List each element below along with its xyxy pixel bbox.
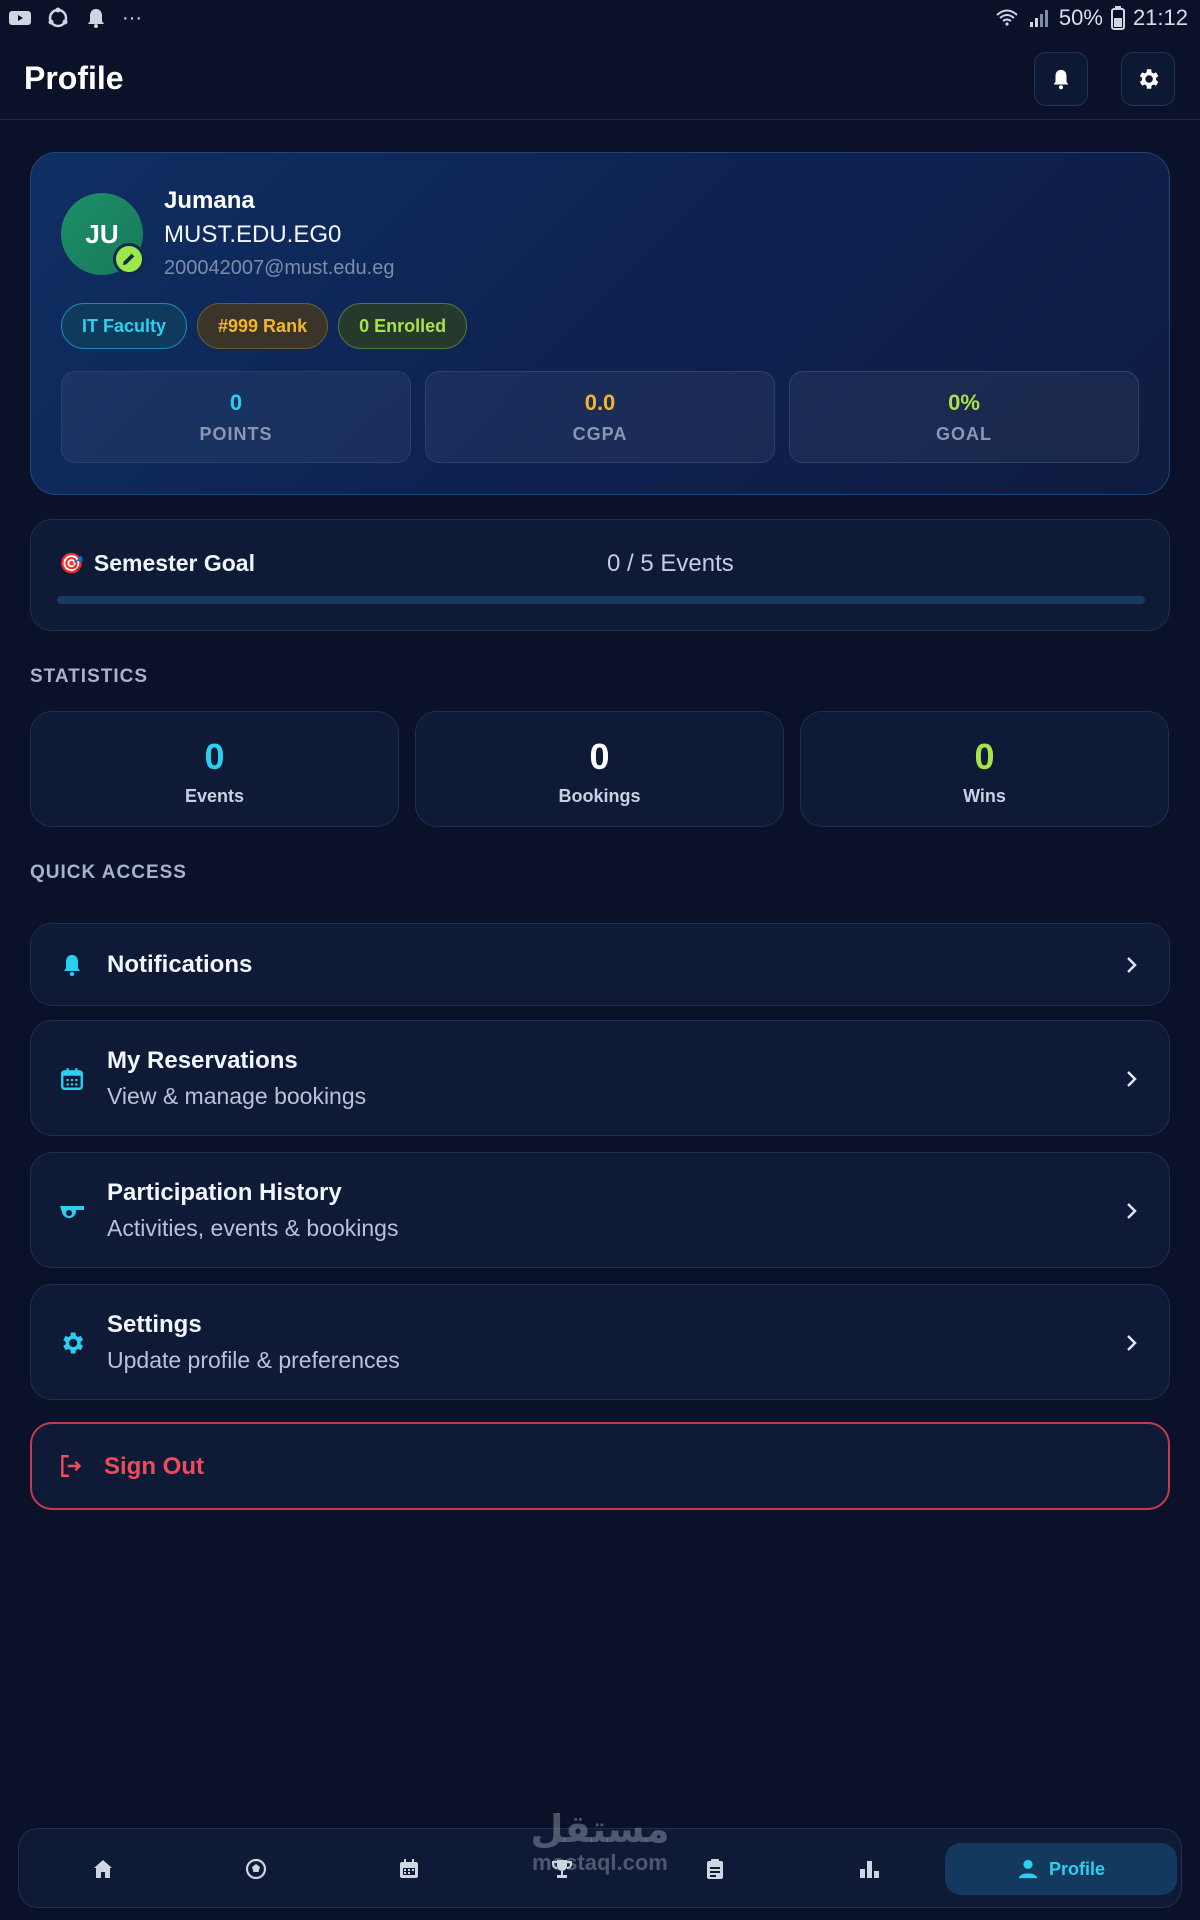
nav-sports[interactable]: [236, 1849, 276, 1889]
logout-icon: [61, 1455, 82, 1477]
faculty-chip: IT Faculty: [61, 303, 188, 349]
avatar-initials: JU: [85, 218, 119, 249]
youtube-icon: [9, 11, 31, 25]
clipboard-icon: [707, 1859, 723, 1879]
notifications-title: Notifications: [107, 951, 253, 978]
wins-stat-card: 0 Wins: [800, 711, 1169, 827]
wifi-icon: [996, 9, 1018, 26]
semester-goal-title: 🎯 Semester Goal: [59, 550, 255, 577]
profile-domain: MUST.EDU.EG0: [164, 221, 342, 248]
cgpa-stat: 0.0 CGPA: [425, 371, 775, 463]
football-icon: [245, 1858, 267, 1880]
profile-email: 200042007@must.edu.eg: [164, 257, 395, 279]
participation-history-subtitle: Activities, events & bookings: [107, 1215, 399, 1241]
semester-goal-card: 🎯 Semester Goal 0 / 5 Events: [30, 519, 1170, 631]
edit-avatar-button[interactable]: [113, 243, 145, 275]
points-stat: 0 POINTS: [61, 371, 411, 463]
points-label: POINTS: [199, 424, 273, 444]
calendar-icon: [57, 1064, 87, 1094]
signal-icon: [1029, 10, 1048, 27]
nav-home[interactable]: [83, 1849, 123, 1889]
bookings-label: Bookings: [558, 786, 641, 806]
calendar-icon: [400, 1859, 418, 1878]
events-count: 0: [204, 736, 225, 777]
events-label: Events: [184, 786, 245, 806]
enrolled-chip: 0 Enrolled: [338, 303, 468, 349]
chevron-right-icon: [1127, 1203, 1137, 1219]
overflow-dots: ···: [122, 6, 142, 29]
rank-chip: #999 Rank: [197, 303, 329, 349]
nav-profile-label: Profile: [1048, 1858, 1105, 1879]
chevron-right-icon: [1127, 957, 1137, 973]
wins-label: Wins: [963, 786, 1006, 806]
events-stat-card: 0 Events: [30, 711, 399, 827]
bell-icon: [1053, 69, 1069, 90]
quick-access-settings[interactable]: Settings Update profile & preferences: [30, 1284, 1170, 1400]
profile-card: JU Jumana MUST.EDU.EG0 200042007@must.ed…: [30, 152, 1170, 495]
goal-stat: 0% GOAL: [789, 371, 1139, 463]
app-header: Profile: [0, 38, 1200, 120]
participation-history-title: Participation History: [107, 1179, 342, 1206]
chevron-right-icon: [1127, 1071, 1137, 1087]
clock: 21:12: [1132, 5, 1188, 30]
pencil-icon: [123, 253, 135, 265]
profile-name: Jumana: [164, 187, 255, 214]
notifications-button[interactable]: [1034, 52, 1088, 106]
bell-icon: [57, 950, 87, 980]
statistics-cards: 0 Events 0 Bookings 0 Wins: [30, 711, 1169, 827]
person-icon: [1018, 1859, 1038, 1879]
bookings-count: 0: [589, 736, 610, 777]
cgpa-label: CGPA: [572, 424, 628, 444]
battery-icon: [1110, 6, 1125, 30]
whistle-icon: [57, 1196, 87, 1226]
gear-icon: [57, 1328, 87, 1358]
points-value: 0: [229, 390, 243, 415]
page-title: Profile: [24, 60, 124, 96]
watermark-latin: mostaql.com: [532, 1850, 668, 1875]
sync-icon: [48, 7, 68, 28]
nav-leaderboard[interactable]: [849, 1849, 889, 1889]
reservations-subtitle: View & manage bookings: [107, 1083, 367, 1109]
quick-access-heading: QUICK ACCESS: [30, 862, 187, 883]
nav-profile[interactable]: Profile: [945, 1843, 1177, 1895]
quick-access-participation-history[interactable]: Participation History Activities, events…: [30, 1152, 1170, 1268]
status-bar: ··· 50% 21:12: [0, 0, 1200, 38]
sign-out-button[interactable]: Sign Out: [30, 1422, 1170, 1510]
quick-access-reservations[interactable]: My Reservations View & manage bookings: [30, 1020, 1170, 1136]
nav-calendar[interactable]: [389, 1849, 429, 1889]
settings-subtitle: Update profile & preferences: [107, 1347, 400, 1373]
quick-access-notifications[interactable]: Notifications: [30, 923, 1170, 1006]
statistics-heading: STATISTICS: [30, 666, 149, 687]
semester-goal-label: Semester Goal: [93, 550, 255, 576]
battery-percent: 50%: [1058, 5, 1103, 30]
reservations-title: My Reservations: [107, 1047, 298, 1074]
profile-chips: IT Faculty #999 Rank 0 Enrolled: [61, 303, 468, 349]
sign-out-label: Sign Out: [104, 1453, 204, 1480]
watermark: مستقل mostaql.com: [520, 1810, 680, 1876]
cgpa-value: 0.0: [584, 390, 616, 415]
target-icon: 🎯: [59, 553, 84, 575]
settings-button[interactable]: [1121, 52, 1175, 106]
wins-count: 0: [974, 736, 995, 777]
home-icon: [94, 1860, 112, 1878]
semester-goal-progress: [57, 596, 1145, 604]
watermark-arabic: مستقل: [530, 1809, 670, 1851]
bookings-stat-card: 0 Bookings: [415, 711, 784, 827]
nav-clipboard[interactable]: [695, 1849, 735, 1889]
goal-label: GOAL: [936, 424, 992, 444]
gear-icon: [1139, 69, 1159, 89]
goal-value: 0%: [948, 390, 980, 415]
profile-stats: 0 POINTS 0.0 CGPA 0% GOAL: [61, 371, 1139, 463]
bell-icon: [88, 9, 104, 28]
semester-goal-count: 0 / 5 Events: [607, 550, 734, 577]
settings-title: Settings: [107, 1311, 202, 1338]
chevron-right-icon: [1127, 1335, 1137, 1351]
bar-chart-icon: [860, 1861, 879, 1878]
